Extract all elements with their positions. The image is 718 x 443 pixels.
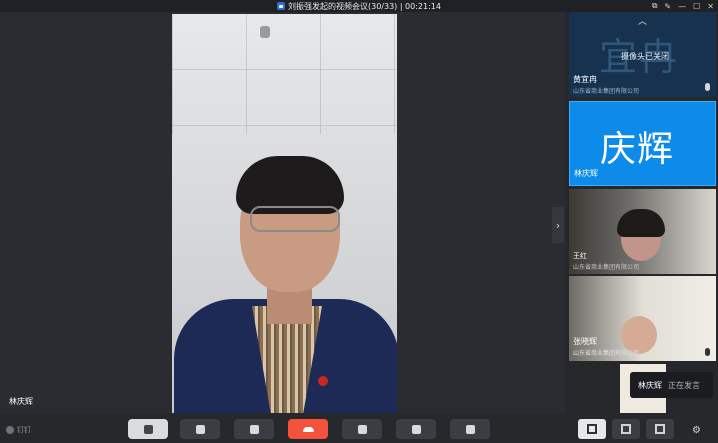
participant-org: 山东省商业集团有限公司 — [573, 88, 640, 95]
participant-name: 林庆辉 — [574, 169, 598, 178]
participant-name: 张晓辉 — [573, 337, 597, 346]
layout-list-icon — [655, 424, 665, 434]
chevron-up-icon[interactable]: ︿ — [638, 14, 647, 27]
maximize-icon[interactable]: ☐ — [693, 2, 700, 11]
add-user-icon — [357, 424, 367, 434]
record-icon — [465, 424, 475, 434]
brand-text: 钉钉 — [17, 426, 31, 434]
camera-button[interactable] — [180, 419, 220, 439]
hangup-icon — [302, 426, 314, 432]
participant-tile-4[interactable]: 张晓辉 山东省商业集团有限公司 — [569, 276, 716, 361]
participant-name: 王红 — [573, 252, 587, 260]
share-screen-icon — [249, 424, 259, 434]
end-call-button[interactable] — [288, 419, 328, 439]
participant-org: 山东省商业集团有限公司 — [573, 264, 640, 271]
participant-tile-2[interactable]: 庆辉 林庆辉 — [569, 101, 716, 186]
camera-off-note: 摄像头已关闭 — [621, 52, 669, 61]
main-video-feed[interactable] — [172, 14, 397, 413]
meeting-lock-icon — [276, 2, 285, 10]
mic-icon — [705, 348, 710, 356]
speaking-status: 正在发言 — [668, 380, 700, 390]
mic-off-icon — [143, 424, 153, 434]
participant-hair — [617, 209, 665, 237]
members-button[interactable] — [396, 419, 436, 439]
meeting-title: 刘振强发起的视频会议(30/33) | 00:21:14 — [276, 1, 441, 12]
close-icon[interactable]: ✕ — [707, 2, 714, 11]
add-member-button[interactable] — [342, 419, 382, 439]
participant-org: 山东省商业集团有限公司 — [573, 350, 640, 357]
speaker-glasses — [250, 206, 340, 232]
ceiling-bg — [172, 14, 397, 134]
layout-speaker-button[interactable] — [578, 419, 606, 439]
speaking-indicator: 林庆辉 正在发言 — [630, 372, 713, 398]
pip-icon[interactable]: ⧉ — [652, 1, 658, 11]
camera-icon — [195, 424, 205, 434]
speaking-name: 林庆辉 — [638, 380, 662, 390]
record-button[interactable] — [450, 419, 490, 439]
minimize-icon[interactable]: — — [678, 2, 686, 11]
share-screen-button[interactable] — [234, 419, 274, 439]
mic-icon — [705, 83, 710, 91]
gear-icon[interactable]: ⚙ — [692, 425, 701, 436]
main-stage: 林庆辉 › — [0, 12, 566, 413]
participant-name: 黄宜冉 — [573, 75, 597, 84]
participant-avatar-text: 庆辉 — [600, 129, 675, 170]
layout-list-button[interactable] — [646, 419, 674, 439]
participant-tile-3[interactable]: 王红 山东省商业集团有限公司 — [569, 189, 716, 274]
participant-sidebar: 宜冉 摄像头已关闭 黄宜冉 山东省商业集团有限公司 ︿ 庆辉 林庆辉 王红 山东… — [568, 12, 718, 413]
chevron-right-icon[interactable]: › — [552, 207, 564, 243]
ceiling-lamp — [260, 26, 270, 38]
layout-grid-icon — [621, 424, 631, 434]
title-bar: 刘振强发起的视频会议(30/33) | 00:21:14 ⧉ ✎ — ☐ ✕ — [0, 0, 718, 12]
edit-icon[interactable]: ✎ — [664, 2, 671, 11]
dingtalk-icon — [6, 426, 14, 434]
meeting-title-text: 刘振强发起的视频会议(30/33) | 00:21:14 — [287, 1, 441, 11]
layout-grid-button[interactable] — [612, 419, 640, 439]
brand-logo: 钉钉 — [6, 425, 31, 435]
meeting-toolbar: 钉钉 ⚙ — [0, 413, 718, 443]
lapel-pin — [318, 376, 328, 386]
window-controls: ⧉ ✎ — ☐ ✕ — [652, 0, 714, 12]
layout-speaker-icon — [587, 424, 597, 434]
main-speaker-label: 林庆辉 — [9, 397, 33, 406]
mic-mute-button[interactable] — [128, 419, 168, 439]
members-icon — [411, 424, 421, 434]
